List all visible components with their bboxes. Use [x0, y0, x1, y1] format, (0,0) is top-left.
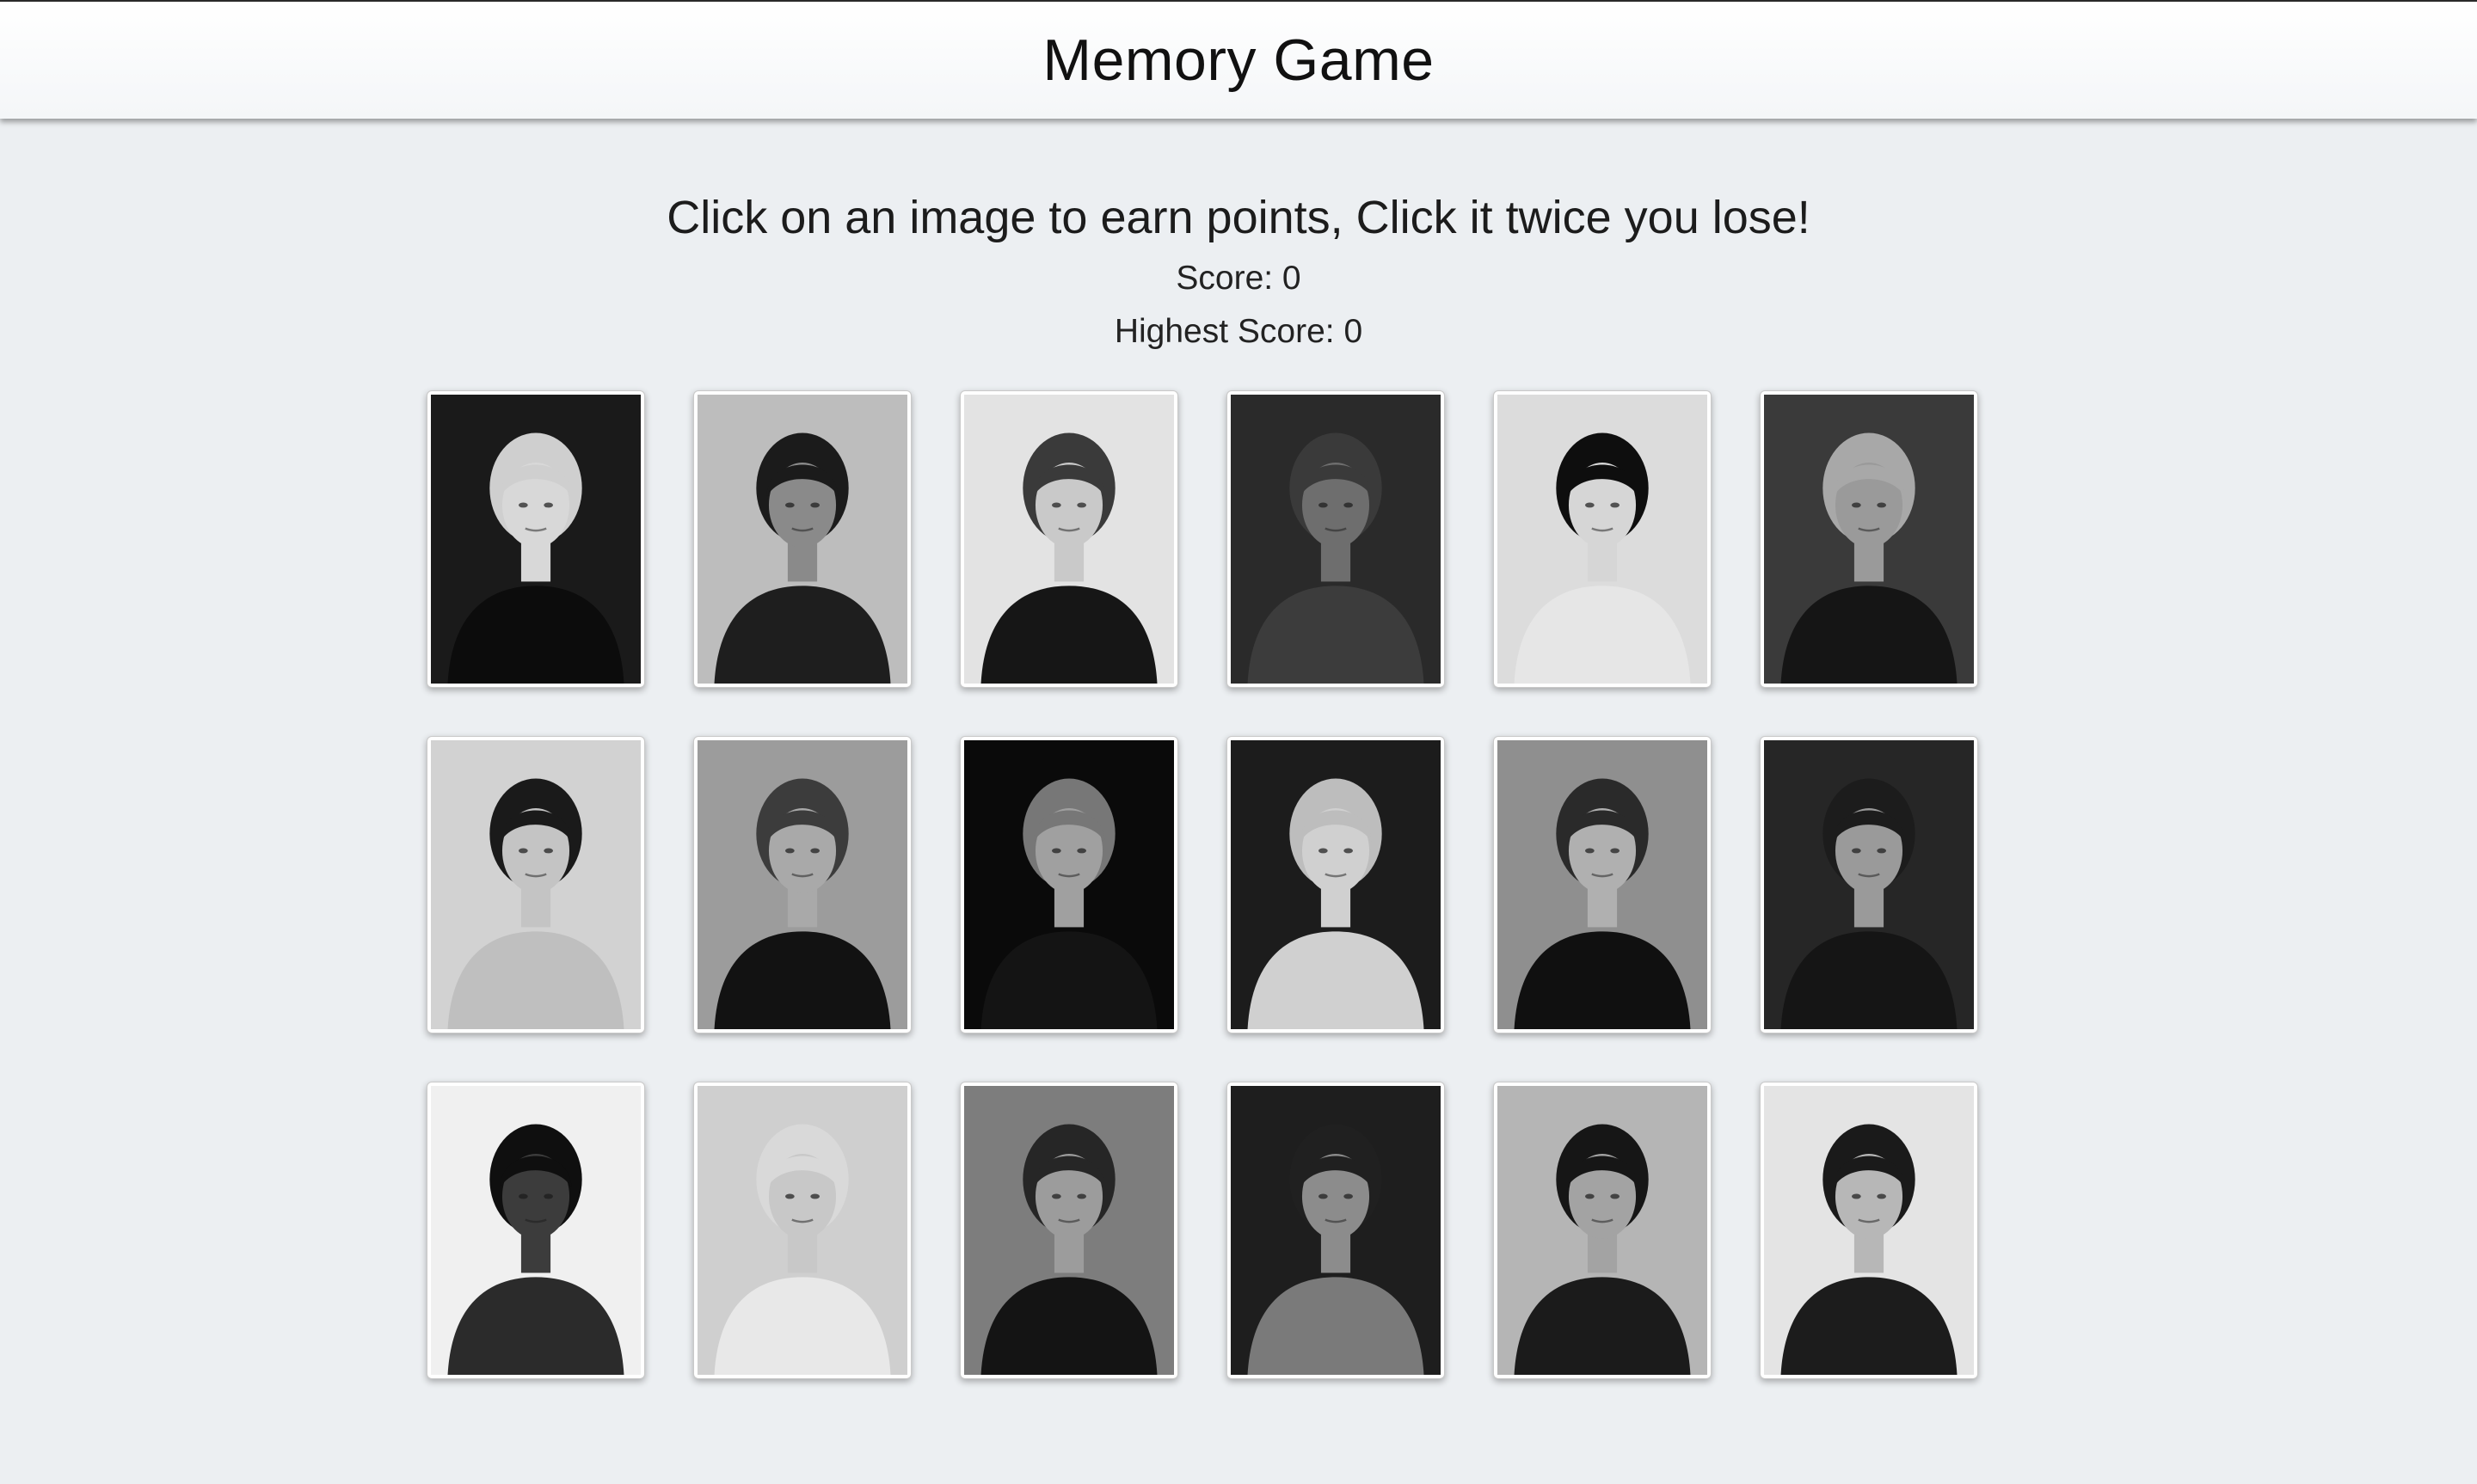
- memory-card[interactable]: [1493, 736, 1712, 1033]
- man-dark-jacket-portrait: [1231, 395, 1441, 684]
- man-suit-seated-dark-portrait: [964, 740, 1174, 1029]
- man-beard-hand-on-face-portrait: [698, 740, 907, 1029]
- woman-long-light-hair-portrait: [1231, 740, 1441, 1029]
- page-title: Memory Game: [1042, 28, 1435, 93]
- woman-long-dark-hair-portrait: [431, 740, 641, 1029]
- man-leaning-pool-table-portrait: [698, 395, 907, 684]
- memory-card[interactable]: [1226, 736, 1445, 1033]
- woman-blonde-wavy-hair-portrait: [431, 395, 641, 684]
- man-playing-guitar-portrait: [1497, 1086, 1707, 1375]
- navbar: Memory Game: [0, 0, 2477, 119]
- memory-card[interactable]: [960, 736, 1178, 1033]
- memory-card[interactable]: [1760, 390, 1978, 688]
- memory-card[interactable]: [960, 390, 1178, 688]
- instructions-text: Click on an image to earn points, Click …: [667, 192, 1810, 243]
- memory-card[interactable]: [427, 1082, 645, 1379]
- man-hands-clasped-collar-portrait: [1764, 1086, 1974, 1375]
- card-grid: [427, 390, 1982, 1379]
- memory-card[interactable]: [427, 390, 645, 688]
- man-tuxedo-holding-glass-portrait: [1497, 740, 1707, 1029]
- man-hand-on-chin-portrait: [1764, 395, 1974, 684]
- memory-card[interactable]: [1493, 390, 1712, 688]
- memory-card[interactable]: [693, 736, 912, 1033]
- memory-card[interactable]: [1493, 1082, 1712, 1379]
- memory-card[interactable]: [693, 1082, 912, 1379]
- memory-card[interactable]: [1760, 1082, 1978, 1379]
- memory-card[interactable]: [1226, 1082, 1445, 1379]
- memory-card[interactable]: [427, 736, 645, 1033]
- memory-card[interactable]: [960, 1082, 1178, 1379]
- woman-short-hair-seated-portrait: [964, 395, 1174, 684]
- man-head-bowed-portrait: [431, 1086, 641, 1375]
- woman-short-blonde-hair-portrait: [698, 1086, 907, 1375]
- man-shirtless-sideburns-portrait: [1231, 1086, 1441, 1375]
- man-sunglasses-suit-portrait: [964, 1086, 1174, 1375]
- woman-hat-pearl-necklace-portrait: [1497, 395, 1707, 684]
- memory-card[interactable]: [1760, 736, 1978, 1033]
- man-sweater-close-up-portrait: [1764, 740, 1974, 1029]
- highest-score-counter: Highest Score: 0: [1114, 313, 1363, 350]
- score-counter: Score: 0: [1176, 260, 1301, 297]
- memory-card[interactable]: [693, 390, 912, 688]
- memory-card[interactable]: [1226, 390, 1445, 688]
